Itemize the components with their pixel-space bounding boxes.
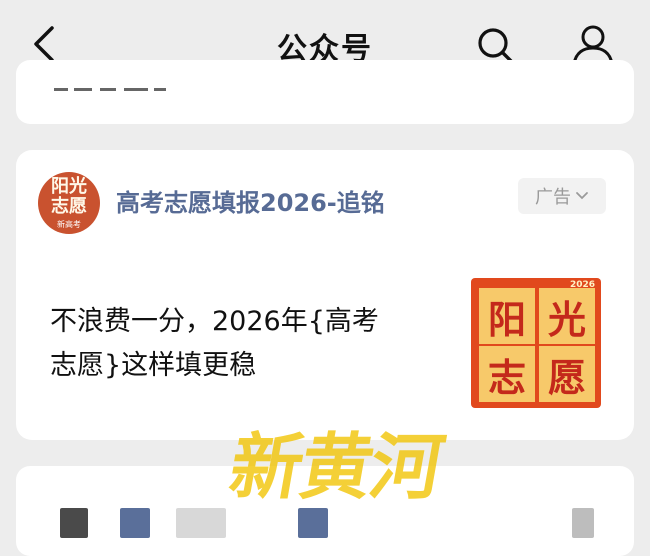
blurred-block [60, 508, 88, 538]
ad-thumbnail[interactable]: 2026 阳 光 志 愿 [471, 278, 601, 408]
ad-headline[interactable]: 不浪费一分，2026年{高考 志愿}这样填更稳 [50, 300, 450, 388]
clipped-text-fragment [54, 88, 166, 91]
ad-badge-label: 广告 [535, 187, 571, 208]
blurred-block [176, 508, 226, 538]
avatar-text-line2: 志愿 [51, 196, 87, 217]
avatar-subtext: 新高考 [57, 220, 81, 229]
ad-account-name[interactable]: 高考志愿填报2026-追铭 [116, 183, 385, 218]
thumbnail-char-1: 阳 [479, 288, 535, 344]
thumbnail-char-2: 光 [539, 288, 595, 344]
avatar-text-line1: 阳光 [51, 176, 87, 197]
blurred-block [572, 508, 594, 538]
thumbnail-char-3: 志 [479, 346, 535, 402]
ad-headline-line2: 志愿}这样填更稳 [50, 350, 257, 381]
watermark: 新黄河 [223, 424, 449, 509]
account-avatar[interactable]: 阳光 志愿 新高考 [38, 172, 100, 234]
ad-card[interactable]: 阳光 志愿 新高考 高考志愿填报2026-追铭 广告 不浪费一分，2026年{高… [16, 150, 634, 440]
ad-headline-line1: 不浪费一分，2026年{高考 [50, 306, 379, 337]
ad-badge[interactable]: 广告 [518, 178, 606, 214]
thumbnail-char-4: 愿 [539, 346, 595, 402]
chevron-down-icon [576, 192, 588, 200]
blurred-block [120, 508, 150, 538]
previous-card[interactable] [16, 60, 634, 124]
